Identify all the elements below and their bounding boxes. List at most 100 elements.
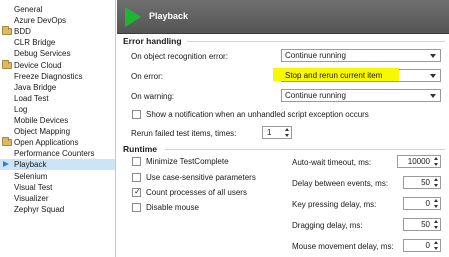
delay-between-events-label: Delay between events, ms:	[292, 179, 389, 188]
case-sensitive-label: Use case-sensitive parameters	[146, 173, 256, 182]
mouse-movement-delay-label: Mouse movement delay, ms:	[292, 242, 394, 251]
on-error-dropdown[interactable]: Stop and rerun current item	[273, 68, 441, 82]
tree-item-performance-counters[interactable]: Performance Counters	[0, 148, 115, 159]
tree-item-label: Java Bridge	[14, 82, 57, 92]
tree-item-freeze-diagnostics[interactable]: Freeze Diagnostics	[0, 71, 115, 82]
chevron-down-icon	[430, 54, 436, 58]
tree-item-label: Selenium	[14, 171, 48, 181]
tree-item-bdd[interactable]: BDD	[0, 26, 115, 37]
tree-item-playback[interactable]: Playback	[0, 159, 115, 171]
tree-item-label: Object Mapping	[14, 127, 71, 137]
folder-icon	[2, 26, 12, 36]
tree-item-label: Mobile Devices	[14, 116, 69, 125]
spinner-down-icon[interactable]	[434, 226, 438, 229]
count-processes-checkbox[interactable]: ✓	[132, 187, 141, 197]
auto-wait-value: 10000	[407, 157, 430, 166]
tree-item-zephyr-squad[interactable]: Zephyr Squad	[0, 204, 115, 215]
count-processes-label: Count processes of all users	[146, 188, 247, 197]
tree-item-debug-services[interactable]: Debug Services	[0, 48, 115, 59]
folder-icon	[2, 137, 12, 147]
runtime-divider	[165, 149, 445, 150]
tree-item-clr-bridge[interactable]: CLR Bridge	[0, 37, 115, 48]
tree-item-label: Playback	[14, 160, 47, 170]
selected-arrow-icon	[3, 161, 9, 168]
minimize-testcomplete-label: Minimize TestComplete	[146, 157, 229, 166]
spinner-down-icon[interactable]	[434, 163, 438, 166]
delay-between-events-spinner[interactable]: 50	[403, 176, 441, 189]
spinner-down-icon[interactable]	[434, 247, 438, 250]
tree-item-device-cloud[interactable]: Device Cloud	[0, 59, 115, 71]
tree-item-label: Visual Test	[14, 182, 53, 192]
tree-item-label: Performance Counters	[14, 149, 95, 159]
key-pressing-delay-value: 0	[425, 199, 430, 208]
tree-item-label: Freeze Diagnostics	[14, 71, 83, 81]
minimize-testcomplete-checkbox[interactable]	[132, 157, 141, 166]
settings-tree: General Azure DevOps BDD CLR Bridge Debug Se…	[0, 0, 116, 257]
tree-item-load-test[interactable]: Load Test	[0, 93, 115, 104]
dragging-delay-value: 50	[421, 220, 430, 229]
show-notification-label: Show a notification when an unhandled sc…	[146, 110, 369, 119]
tree-item-visual-test[interactable]: Visual Test	[0, 182, 115, 193]
rerun-failed-label: Rerun failed test items, times:	[131, 129, 237, 138]
rerun-failed-value: 1	[267, 128, 272, 137]
tree-item-visualizer[interactable]: Visualizer	[0, 193, 115, 204]
tree-item-mobile-devices[interactable]: Mobile Devices	[0, 115, 115, 126]
tree-item-label: Open Applications	[14, 138, 79, 148]
spinner-down-icon[interactable]	[434, 205, 438, 208]
on-warning-label: On warning:	[131, 92, 175, 101]
mouse-movement-delay-value: 0	[425, 241, 430, 250]
auto-wait-spinner[interactable]: 10000	[397, 155, 441, 168]
dragging-delay-spinner[interactable]: 50	[403, 218, 441, 231]
tree-item-azure-devops[interactable]: Azure DevOps	[0, 15, 115, 26]
spinner-up-icon[interactable]	[434, 220, 438, 223]
chevron-down-icon	[430, 74, 436, 78]
tree-item-label: CLR Bridge	[14, 38, 56, 48]
spinner-down-icon[interactable]	[434, 184, 438, 187]
tree-item-label: Device Cloud	[14, 60, 62, 70]
on-error-label: On error:	[131, 72, 164, 81]
tree-item-label: Zephyr Squad	[14, 204, 65, 214]
show-notification-checkbox[interactable]	[132, 110, 141, 119]
case-sensitive-checkbox[interactable]	[132, 173, 141, 182]
tree-item-object-mapping[interactable]: Object Mapping	[0, 126, 115, 137]
object-recognition-error-dropdown[interactable]: Continue running	[281, 49, 441, 62]
runtime-section-title: Runtime	[123, 144, 157, 154]
tree-item-selenium[interactable]: Selenium	[0, 171, 115, 182]
tree-item-open-applications[interactable]: Open Applications	[0, 137, 115, 148]
dragging-delay-label: Dragging delay, ms:	[292, 221, 363, 230]
tree-item-log[interactable]: Log	[0, 104, 115, 115]
spinner-up-icon[interactable]	[434, 199, 438, 202]
key-pressing-delay-spinner[interactable]: 0	[403, 197, 441, 210]
auto-wait-label: Auto-wait timeout, ms:	[292, 158, 372, 167]
spinner-down-icon[interactable]	[285, 134, 289, 137]
tree-item-java-bridge[interactable]: Java Bridge	[0, 82, 115, 93]
rerun-failed-spinner[interactable]: 1	[262, 126, 292, 139]
tree-item-label: Load Test	[14, 93, 49, 103]
error-handling-section-title: Error handling	[123, 36, 182, 46]
tree-item-label: BDD	[14, 27, 31, 37]
spinner-up-icon[interactable]	[434, 178, 438, 181]
tree-item-general[interactable]: General	[0, 4, 115, 15]
mouse-movement-delay-spinner[interactable]: 0	[403, 239, 441, 252]
folder-icon	[2, 59, 12, 69]
disable-mouse-checkbox[interactable]	[132, 203, 141, 212]
spinner-up-icon[interactable]	[434, 241, 438, 244]
spinner-up-icon[interactable]	[285, 128, 289, 131]
tree-item-label: Azure DevOps	[14, 16, 67, 26]
tree-item-label: Debug Services	[14, 49, 71, 59]
on-error-value: Stop and rerun current item	[285, 71, 383, 80]
on-warning-dropdown[interactable]: Continue running	[281, 89, 441, 102]
key-pressing-delay-label: Key pressing delay, ms:	[292, 200, 377, 209]
spinner-up-icon[interactable]	[434, 157, 438, 160]
object-recognition-error-value: Continue running	[285, 51, 346, 60]
error-handling-divider	[187, 41, 445, 42]
page-title: Playback	[149, 11, 189, 21]
tree-item-label: Log	[14, 104, 28, 114]
tree-item-label: General	[14, 5, 43, 14]
chevron-down-icon	[430, 94, 436, 98]
tree-item-label: Visualizer	[14, 193, 49, 203]
checkmark-icon: ✓	[134, 187, 141, 196]
delay-between-events-value: 50	[421, 178, 430, 187]
play-icon	[125, 7, 141, 27]
playback-settings-panel: Error handling On object recognition err…	[117, 35, 449, 257]
